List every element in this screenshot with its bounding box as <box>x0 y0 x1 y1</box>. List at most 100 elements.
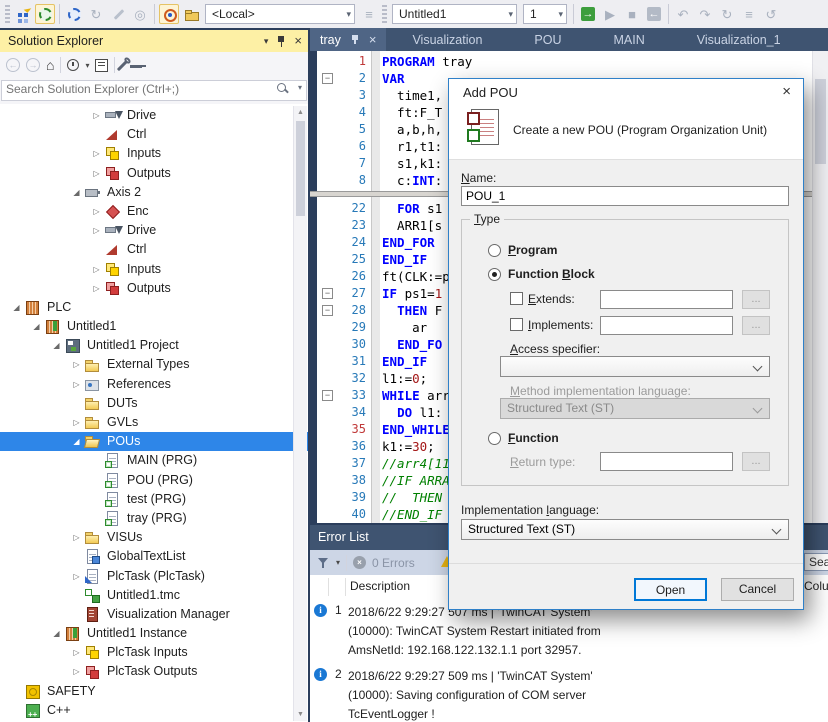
expander-icon[interactable]: ▷ <box>68 662 85 681</box>
expander-icon[interactable]: ▷ <box>68 413 85 432</box>
right-column-header[interactable]: Colu <box>804 579 828 593</box>
target-system-combo[interactable]: <Local>▾ <box>205 4 355 24</box>
extends-label[interactable]: Extends: <box>528 292 575 306</box>
expander-icon[interactable]: ◢ <box>68 183 85 202</box>
target-browser-icon[interactable]: ≡ <box>359 4 379 24</box>
editor-scrollbar[interactable] <box>812 51 828 523</box>
home-icon[interactable]: ⌂ <box>46 58 54 72</box>
function-block-label[interactable]: Function Block <box>508 267 595 281</box>
cancel-button[interactable]: Cancel <box>721 578 794 601</box>
start-icon[interactable]: ▶ <box>600 4 620 24</box>
pin-icon[interactable] <box>277 35 285 47</box>
project-combo[interactable]: Untitled1▾ <box>392 4 517 24</box>
chevron-down-icon[interactable]: ▾ <box>85 61 89 70</box>
scrollbar-thumb[interactable] <box>296 121 305 216</box>
properties-wrench-icon[interactable] <box>117 59 128 70</box>
search-icon[interactable] <box>277 83 286 92</box>
pou-name-input[interactable] <box>461 186 789 206</box>
pending-changes-filter-icon[interactable] <box>67 59 79 71</box>
expander-icon[interactable]: ◢ <box>48 336 65 355</box>
tree-item-axis-2[interactable]: ◢Axis 2 <box>0 183 308 202</box>
expander-icon[interactable]: ◢ <box>8 298 25 317</box>
scroll-down-icon[interactable]: ▼ <box>294 708 307 721</box>
function-block-radio[interactable] <box>488 268 501 281</box>
tree-item-outputs[interactable]: ▷Outputs <box>0 279 308 298</box>
chevron-down-icon[interactable]: ▾ <box>336 558 340 567</box>
tree-item-test-prg[interactable]: test (PRG) <box>0 490 308 509</box>
access-specifier-combo[interactable] <box>500 356 770 377</box>
activate-configuration-icon[interactable] <box>13 4 33 24</box>
tree-item-duts[interactable]: DUTs <box>0 394 308 413</box>
tree-item-untitled1[interactable]: ◢Untitled1 <box>0 317 308 336</box>
tree-item-plctask-inputs[interactable]: ▷PlcTask Inputs <box>0 643 308 662</box>
fold-marker-icon[interactable]: − <box>322 390 333 401</box>
implements-input[interactable] <box>600 316 733 335</box>
fold-marker-icon[interactable]: − <box>322 288 333 299</box>
expander-icon[interactable]: ▷ <box>68 355 85 374</box>
errors-count[interactable]: 0 Errors <box>372 556 415 570</box>
window-position-icon[interactable]: ▾ <box>264 30 269 52</box>
scrollbar-thumb[interactable] <box>815 79 826 164</box>
restart-twincat-system-icon[interactable] <box>35 4 55 24</box>
extends-input[interactable] <box>600 290 733 309</box>
expander-icon[interactable]: ▷ <box>68 528 85 547</box>
step-into-icon[interactable]: ↶ <box>673 4 693 24</box>
function-radio[interactable] <box>488 432 501 445</box>
tree-item-globaltextlist[interactable]: GlobalTextList <box>0 547 308 566</box>
tree-item-enc[interactable]: ▷Enc <box>0 202 308 221</box>
toolbar-grip[interactable] <box>382 5 387 23</box>
toolbar-grip[interactable] <box>5 5 10 23</box>
tree-item-ctrl[interactable]: Ctrl <box>0 125 308 144</box>
tab-pou[interactable]: POU <box>508 28 587 51</box>
show-sub-items-icon[interactable] <box>159 4 179 24</box>
fold-marker-icon[interactable]: − <box>322 73 333 84</box>
tree-item-ctrl[interactable]: Ctrl <box>0 240 308 259</box>
open-button[interactable]: Open <box>634 578 707 601</box>
tree-item-plctask-plctask[interactable]: ▷PlcTask (PlcTask) <box>0 567 308 586</box>
tab-visualization[interactable]: Visualization <box>386 28 508 51</box>
expander-icon[interactable]: ◢ <box>48 624 65 643</box>
scan-devices-icon[interactable] <box>108 4 128 24</box>
implements-label[interactable]: Implements: <box>528 318 593 332</box>
show-next-statement-icon[interactable]: ≡ <box>739 4 759 24</box>
expander-icon[interactable]: ▷ <box>88 279 105 298</box>
config-mode-icon[interactable] <box>64 4 84 24</box>
tree-item-references[interactable]: ▷References <box>0 375 308 394</box>
tree-item-c[interactable]: C++ <box>0 701 308 720</box>
expander-icon[interactable]: ▷ <box>88 144 105 163</box>
step-out-icon[interactable]: ↻ <box>717 4 737 24</box>
program-label[interactable]: Program <box>508 243 557 257</box>
search-input[interactable] <box>4 80 228 97</box>
tree-item-external-types[interactable]: ▷External Types <box>0 355 308 374</box>
error-row[interactable]: i22018/6/22 9:29:27 509 ms | 'TwinCAT Sy… <box>310 663 828 722</box>
expander-icon[interactable]: ◢ <box>68 432 85 451</box>
tab-visualization-1[interactable]: Visualization_1 <box>671 28 807 51</box>
logout-icon[interactable]: ← <box>644 4 664 24</box>
access-rules-folder-icon[interactable] <box>181 4 201 24</box>
tree-item-gvls[interactable]: ▷GVLs <box>0 413 308 432</box>
program-radio[interactable] <box>488 244 501 257</box>
extends-checkbox[interactable] <box>510 292 523 305</box>
implementation-language-combo[interactable]: Structured Text (ST) <box>461 519 789 540</box>
back-icon[interactable]: ← <box>6 58 20 72</box>
login-icon[interactable]: → <box>578 4 598 24</box>
tree-item-tray-prg[interactable]: tray (PRG) <box>0 509 308 528</box>
filter-icon[interactable] <box>318 557 330 569</box>
expander-icon[interactable]: ◢ <box>28 317 45 336</box>
expander-icon[interactable]: ▷ <box>88 106 105 125</box>
implements-checkbox[interactable] <box>510 318 523 331</box>
expander-icon[interactable]: ▷ <box>88 202 105 221</box>
fold-marker-icon[interactable]: − <box>322 305 333 316</box>
tree-scrollbar[interactable]: ▲ ▼ <box>293 106 307 721</box>
collapse-all-icon[interactable] <box>95 59 108 72</box>
step-over-icon[interactable]: ↷ <box>695 4 715 24</box>
solution-explorer-titlebar[interactable]: Solution Explorer ▾ × <box>0 30 308 52</box>
tree-item-plc[interactable]: ◢PLC <box>0 298 308 317</box>
extends-browse-button[interactable]: ... <box>742 290 770 309</box>
tree-item-visualization-manager[interactable]: Visualization Manager <box>0 605 308 624</box>
tree-item-drive[interactable]: ▷Drive <box>0 221 308 240</box>
tree-item-inputs[interactable]: ▷Inputs <box>0 144 308 163</box>
preview-pin-icon[interactable] <box>130 65 142 68</box>
show-online-data-icon[interactable]: ◎ <box>130 4 150 24</box>
tab-main[interactable]: MAIN <box>587 28 670 51</box>
